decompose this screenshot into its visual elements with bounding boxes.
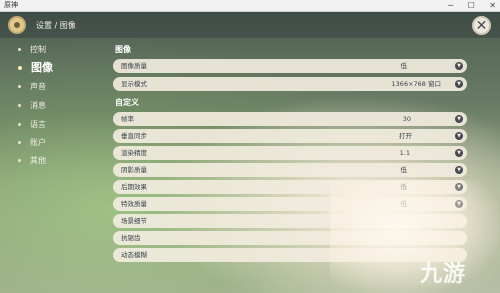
sidebar-item-sound[interactable]: 声音 [18,79,98,95]
setting-label: 特效质量 [121,200,147,208]
setting-value: 1.1 [399,149,410,157]
sidebar-item-label: 其他 [30,156,46,165]
setting-row-frame-rate[interactable]: 帧率 30 ▼ [113,112,467,126]
sidebar-item-label: 声音 [30,82,46,91]
chevron-down-icon[interactable]: ▼ [455,115,463,123]
light-glow-overlay [330,180,500,293]
setting-label: 渲染精度 [121,149,147,157]
chevron-down-icon[interactable]: ▼ [455,80,463,88]
sidebar-item-controls[interactable]: 控制 [18,42,98,58]
window-controls: ─ ☐ ✕ [436,0,496,11]
setting-label: 帧率 [121,115,134,123]
setting-label: 垂直同步 [121,132,147,140]
chevron-down-icon[interactable]: ▼ [455,62,463,70]
setting-label: 图像质量 [121,62,147,70]
gear-icon [8,16,26,34]
setting-value: 低 [400,62,408,70]
setting-row-vsync[interactable]: 垂直同步 打开 ▼ [113,129,467,143]
bullet-icon [18,159,21,162]
chevron-down-icon[interactable]: ▼ [455,132,463,140]
window-title: 原神 [4,1,18,9]
bullet-icon [18,104,21,107]
setting-label: 显示模式 [121,80,147,88]
sidebar-item-label: 账户 [30,138,46,147]
chevron-down-icon[interactable]: ▼ [455,166,463,174]
section-title-image: 图像 [115,45,131,54]
sidebar-item-label: 控制 [30,45,46,54]
setting-label: 阴影质量 [121,166,147,174]
setting-label: 动态模糊 [121,251,147,259]
close-button[interactable]: ✕ [472,16,491,35]
chevron-down-icon[interactable]: ▼ [455,149,463,157]
window-titlebar: 原神 ─ ☐ ✕ [0,0,500,12]
setting-value: 低 [400,166,408,174]
setting-row-render-resolution[interactable]: 渲染精度 1.1 ▼ [113,146,467,160]
sidebar-item-account[interactable]: 账户 [18,135,98,151]
sidebar-item-label: 图像 [31,61,53,74]
sidebar-item-messages[interactable]: 消息 [18,98,98,114]
sidebar-item-label: 语言 [30,120,46,129]
bullet-icon [18,85,21,88]
sidebar-item-label: 消息 [30,101,46,110]
watermark-logo: 九游 [420,262,467,287]
setting-value: 30 [402,115,411,123]
setting-value: 打开 [399,132,412,140]
setting-label: 场景细节 [121,217,147,225]
setting-row-display-mode[interactable]: 显示模式 1366×768 窗口 ▼ [113,77,467,91]
bullet-icon [18,123,21,126]
setting-value: 1366×768 窗口 [391,80,441,88]
section-title-custom: 自定义 [115,98,139,107]
sidebar-item-language[interactable]: 语言 [18,117,98,133]
setting-label: 抗锯齿 [121,234,141,242]
bullet-icon [18,48,21,51]
setting-row-image-quality[interactable]: 图像质量 低 ▼ [113,59,467,73]
setting-label: 后期效果 [121,183,147,191]
breadcrumb: 设置 / 图像 [36,21,76,30]
setting-row-shadow-quality[interactable]: 阴影质量 低 ▼ [113,163,467,177]
maximize-button[interactable]: ☐ [468,1,475,10]
window-close-button[interactable]: ✕ [489,1,496,10]
sidebar-item-graphics[interactable]: 图像 [18,60,98,76]
bullet-icon [18,66,22,70]
bullet-icon [18,141,21,144]
sidebar-item-other[interactable]: 其他 [18,153,98,169]
minimize-button[interactable]: ─ [448,1,453,10]
